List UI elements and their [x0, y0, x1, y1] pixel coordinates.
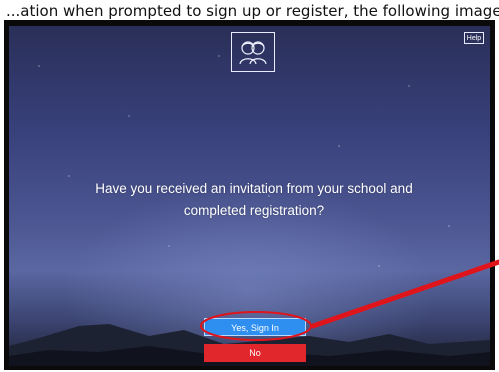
help-button[interactable]: Help — [464, 32, 484, 44]
logo-box — [231, 32, 275, 72]
no-button[interactable]: No — [204, 344, 306, 362]
app-screen: Help Have you received an invitation fro… — [9, 26, 490, 366]
invitation-question: Have you received an invitation from you… — [95, 181, 413, 218]
document-caption-text: ...ation when prompted to sign up or reg… — [6, 2, 499, 20]
two-people-icon — [239, 41, 267, 65]
yes-sign-in-button[interactable]: Yes, Sign In — [204, 318, 306, 336]
